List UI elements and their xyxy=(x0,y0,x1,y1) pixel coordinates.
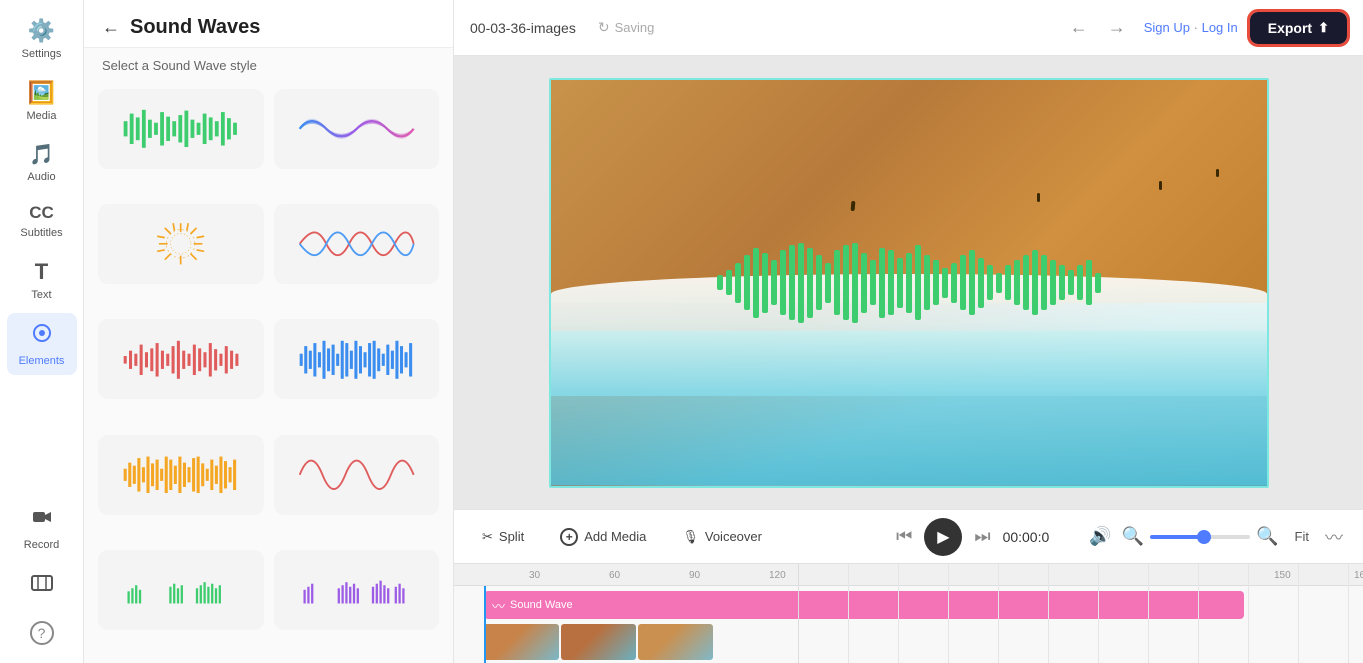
media-icon: 🖼️ xyxy=(28,80,55,106)
waveform-eq-icon: 〰 xyxy=(1325,524,1343,550)
sidebar-item-elements-label: Elements xyxy=(19,355,65,367)
saving-spinner-icon: ↻ xyxy=(598,19,610,36)
sidebar-item-media-label: Media xyxy=(27,110,57,122)
subtitles-icon: CC xyxy=(29,203,54,223)
wave-style-grid xyxy=(84,81,453,663)
panel-subtitle: Select a Sound Wave style xyxy=(84,48,453,81)
sidebar-item-settings-label: Settings xyxy=(22,48,62,60)
export-button[interactable]: Export ⬆ xyxy=(1250,12,1347,44)
ruler-mark-90: 90 xyxy=(689,570,700,581)
undo-button[interactable]: ← xyxy=(1064,13,1094,42)
settings-icon: ⚙️ xyxy=(28,18,55,44)
split-button[interactable]: ✂ Split xyxy=(474,524,532,550)
text-icon: T xyxy=(35,259,48,285)
canvas-area xyxy=(454,56,1363,509)
sound-wave-canvas-overlay xyxy=(717,243,1101,323)
saving-text: Saving xyxy=(615,20,655,35)
track-thumbnail-1[interactable] xyxy=(484,624,559,660)
toolbar-right: 🔊 🔍 🔍 Fit 〰 xyxy=(1089,524,1343,550)
wave-style-bars-green[interactable] xyxy=(98,89,264,169)
track-name: Sound Wave xyxy=(510,599,573,611)
record-icon xyxy=(30,505,54,535)
project-name: 00-03-36-images xyxy=(470,20,576,36)
canvas-image xyxy=(551,80,1267,486)
wave-style-bars-orange[interactable] xyxy=(98,435,264,515)
auth-links: Sign Up · Log In xyxy=(1144,20,1238,35)
sidebar-item-help[interactable]: ? xyxy=(7,613,77,653)
video-icon xyxy=(30,571,54,601)
split-icon: ✂ xyxy=(482,529,493,545)
zoom-in-button[interactable]: 🔍 xyxy=(1256,526,1278,547)
sidebar-item-video[interactable] xyxy=(7,563,77,609)
sidebar-item-text-label: Text xyxy=(31,289,51,301)
timecode-display: 00:00:0 xyxy=(1003,529,1050,545)
voiceover-icon: 🎙 xyxy=(682,529,699,545)
saving-indicator: ↻ Saving xyxy=(598,19,654,36)
redo-button[interactable]: → xyxy=(1102,13,1132,42)
wave-style-smooth-multicolor[interactable] xyxy=(274,89,440,169)
login-link[interactable]: Log In xyxy=(1202,20,1238,35)
back-button[interactable]: ← xyxy=(102,17,120,38)
track-thumbnail-3[interactable] xyxy=(638,624,713,660)
track-thumbnail-2[interactable] xyxy=(561,624,636,660)
sidebar-item-elements[interactable]: Elements xyxy=(7,313,77,375)
ruler-mark-60: 60 xyxy=(609,570,620,581)
timeline-empty-area xyxy=(798,564,1363,663)
sidebar-item-subtitles[interactable]: CC Subtitles xyxy=(7,195,77,247)
play-button[interactable]: ▶ xyxy=(924,518,962,556)
voiceover-button[interactable]: 🎙 Voiceover xyxy=(674,524,770,550)
canvas-frame[interactable] xyxy=(549,78,1269,488)
add-media-icon: + xyxy=(560,528,578,546)
wave-style-small-bars-green[interactable] xyxy=(98,550,264,630)
elements-icon xyxy=(30,321,54,351)
sidebar-bottom: Record ? xyxy=(0,497,83,653)
timeline: 30 60 90 120 150 160 210 〰 Sound Wave xyxy=(454,563,1363,663)
topbar: 00-03-36-images ↻ Saving ← → Sign Up · L… xyxy=(454,0,1363,56)
ruler-mark-120: 120 xyxy=(769,570,786,581)
sound-waves-panel: ← Sound Waves Select a Sound Wave style xyxy=(84,0,454,663)
sidebar-item-audio[interactable]: 🎵 Audio xyxy=(7,134,77,191)
panel-header: ← Sound Waves xyxy=(84,0,453,48)
add-media-button[interactable]: + Add Media xyxy=(552,523,654,551)
zoom-controls: 🔍 🔍 xyxy=(1122,526,1279,547)
sidebar-item-record-label: Record xyxy=(24,539,59,551)
sidebar-item-settings[interactable]: ⚙️ Settings xyxy=(7,10,77,68)
sidebar-item-record[interactable]: Record xyxy=(7,497,77,559)
skip-forward-button[interactable]: ⏭ xyxy=(974,526,990,547)
wave-style-bars-blue[interactable] xyxy=(274,319,440,399)
playback-controls: ⏮ ▶ ⏭ 00:00:0 xyxy=(896,518,1049,556)
wave-style-sine-red-blue[interactable] xyxy=(274,204,440,284)
ruler-mark-30: 30 xyxy=(529,570,540,581)
sidebar-item-text[interactable]: T Text xyxy=(7,251,77,309)
volume-icon[interactable]: 🔊 xyxy=(1089,526,1111,547)
beach-wave2 xyxy=(551,331,1267,485)
editor-toolbar: ✂ Split + Add Media 🎙 Voiceover ⏮ ▶ ⏭ 00… xyxy=(454,509,1363,563)
timeline-playhead[interactable] xyxy=(484,586,486,663)
zoom-slider[interactable] xyxy=(1150,535,1250,539)
wave-style-sine-red-loops[interactable] xyxy=(274,435,440,515)
image-track xyxy=(484,624,713,659)
sidebar-item-media[interactable]: 🖼️ Media xyxy=(7,72,77,130)
track-wave-icon: 〰 xyxy=(492,596,505,615)
sidebar-item-audio-label: Audio xyxy=(27,171,55,183)
sidebar: ⚙️ Settings 🖼️ Media 🎵 Audio CC Subtitle… xyxy=(0,0,84,663)
sidebar-item-subtitles-label: Subtitles xyxy=(20,227,62,239)
main-content: 00-03-36-images ↻ Saving ← → Sign Up · L… xyxy=(454,0,1363,663)
signup-link[interactable]: Sign Up xyxy=(1144,20,1190,35)
skip-back-button[interactable]: ⏮ xyxy=(896,526,912,547)
wave-style-circle-orange[interactable] xyxy=(98,204,264,284)
help-icon: ? xyxy=(30,621,54,645)
wave-style-bars-red[interactable] xyxy=(98,319,264,399)
audio-icon: 🎵 xyxy=(29,142,54,167)
zoom-out-button[interactable]: 🔍 xyxy=(1122,526,1144,547)
topbar-nav: ← → xyxy=(1064,13,1132,42)
fit-button[interactable]: Fit xyxy=(1289,526,1315,547)
wave-style-small-bars-purple[interactable] xyxy=(274,550,440,630)
panel-title: Sound Waves xyxy=(130,16,260,39)
export-icon: ⬆ xyxy=(1318,20,1329,36)
